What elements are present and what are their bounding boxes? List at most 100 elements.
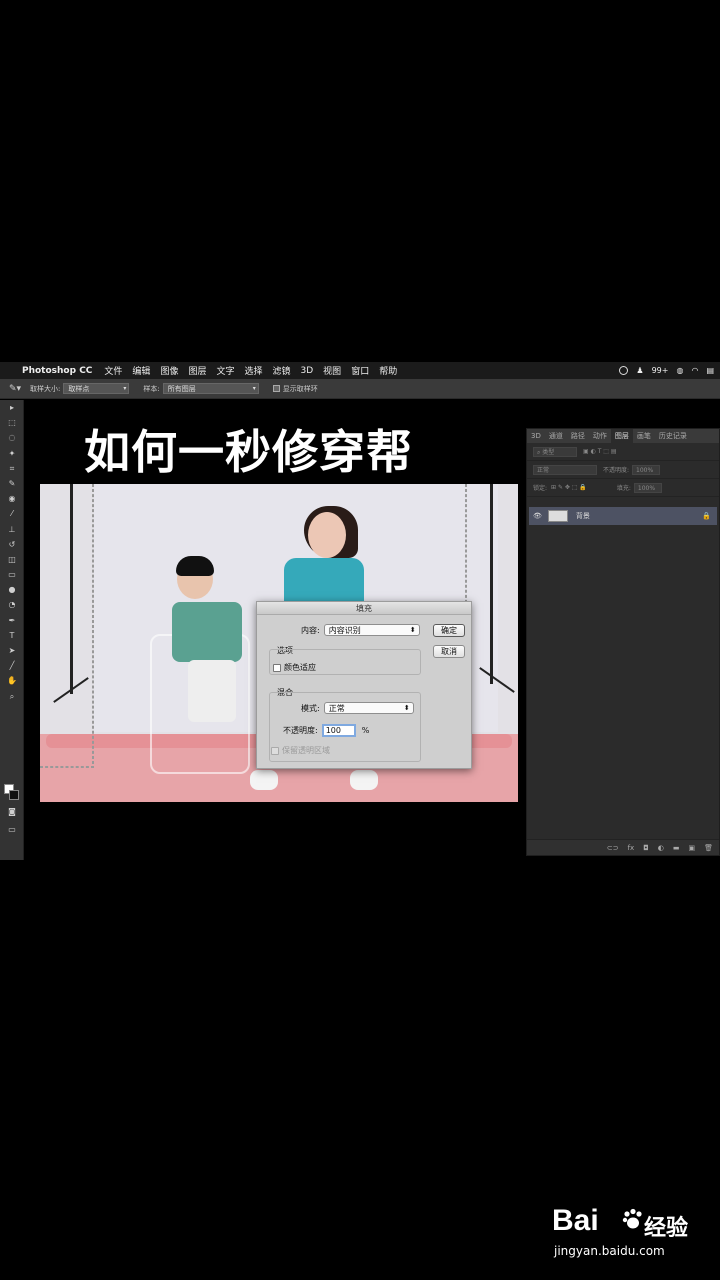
sneaker: [250, 770, 278, 790]
move-tool-icon[interactable]: ▸: [0, 400, 24, 415]
menu-window[interactable]: 窗口: [351, 364, 369, 377]
eyedropper-tool-icon[interactable]: ✎: [0, 476, 24, 491]
new-group-icon[interactable]: ▬: [673, 844, 680, 852]
tab-layers[interactable]: 图层: [610, 429, 633, 443]
sample-label: 样本:: [143, 384, 160, 393]
sample-size-select[interactable]: 取样点: [63, 383, 130, 394]
add-mask-icon[interactable]: ◘: [643, 844, 649, 852]
content-select[interactable]: 内容识别: [323, 624, 420, 636]
preserve-transparency-label: 保留透明区域: [282, 746, 330, 755]
record-icon[interactable]: [619, 366, 629, 375]
woman-head: [308, 512, 346, 558]
cancel-button[interactable]: 取消: [433, 645, 465, 658]
menu-app-name[interactable]: Photoshop CC: [22, 366, 92, 376]
visibility-eye-icon[interactable]: 👁: [533, 512, 542, 520]
zoom-tool-icon[interactable]: ⌕: [0, 689, 24, 704]
adjustment-layer-icon[interactable]: ◐: [658, 844, 664, 852]
brush-tool-icon[interactable]: ⁄: [0, 506, 24, 521]
flag-icon[interactable]: ▤: [706, 366, 714, 375]
history-brush-icon[interactable]: ↺: [0, 537, 24, 552]
menu-image[interactable]: 图像: [160, 364, 178, 377]
new-layer-icon[interactable]: ▣: [688, 844, 695, 852]
layer-lock-icon: 🔒: [702, 512, 711, 520]
lock-icons[interactable]: ⊞ ✎ ✥ ⬚ 🔒: [551, 484, 587, 491]
lasso-tool-icon[interactable]: ◌: [0, 430, 24, 445]
preserve-transparency-checkbox[interactable]: [271, 746, 279, 755]
light-stand-right: [490, 484, 493, 684]
layer-row-background[interactable]: 👁 背景 🔒: [529, 507, 717, 525]
tab-3d[interactable]: 3D: [527, 432, 545, 440]
tools-panel: ▸ ⬚ ◌ ✦ ⌗ ✎ ◉ ⁄ ⊥ ↺ ◫ ▭ ● ◔ ✒ T ➤ ╱ ✋ ⌕ …: [0, 400, 24, 860]
lock-label: 锁定:: [533, 485, 548, 492]
trash-icon[interactable]: 🗑: [704, 844, 713, 852]
wechat-icon[interactable]: ◍: [676, 366, 683, 375]
tab-brushes[interactable]: 画笔: [633, 431, 655, 441]
dodge-tool-icon[interactable]: ◔: [0, 597, 24, 612]
lock-row: 锁定: ⊞ ✎ ✥ ⬚ 🔒 填充: 100%: [527, 479, 719, 497]
notification-badge[interactable]: 99+: [652, 366, 669, 375]
gradient-tool-icon[interactable]: ▭: [0, 567, 24, 582]
video-headline: 如何一秒修穿帮: [84, 425, 413, 479]
screen-mode-icon[interactable]: ▭: [0, 822, 24, 837]
menu-3d[interactable]: 3D: [301, 366, 314, 376]
tab-actions[interactable]: 动作: [589, 431, 611, 441]
ok-button[interactable]: 确定: [433, 624, 465, 637]
fill-label: 填充:: [616, 485, 631, 492]
layer-thumbnail: [547, 510, 568, 522]
fill-input[interactable]: 100%: [633, 482, 662, 493]
tab-paths[interactable]: 路径: [567, 431, 589, 441]
watermark-brand: Bai: [552, 1204, 599, 1237]
sneaker: [350, 770, 378, 790]
layer-opacity-input[interactable]: 100%: [632, 464, 661, 475]
mode-label: 模式:: [301, 703, 320, 713]
quick-select-icon[interactable]: ✦: [0, 446, 24, 461]
menu-help[interactable]: 帮助: [379, 364, 397, 377]
sample-select[interactable]: 所有图层: [162, 383, 259, 394]
filter-icons[interactable]: ▣ ◐ T ⬚ ▤: [583, 448, 617, 455]
menu-view[interactable]: 视图: [323, 364, 341, 377]
pen-tool-icon[interactable]: ✒: [0, 613, 24, 628]
opacity-input[interactable]: 100: [321, 724, 356, 737]
line-tool-icon[interactable]: ╱: [0, 658, 24, 673]
selection-marquee: [40, 766, 94, 768]
layer-filter-row: ⌕ 类型 ▣ ◐ T ⬚ ▤: [527, 443, 719, 461]
qq-icon[interactable]: ♟: [636, 366, 643, 375]
menu-layer[interactable]: 图层: [188, 364, 206, 377]
tab-history[interactable]: 历史记录: [655, 431, 691, 441]
eraser-tool-icon[interactable]: ◫: [0, 552, 24, 567]
show-ring-checkbox[interactable]: [272, 385, 280, 392]
tab-channels[interactable]: 通道: [545, 431, 567, 441]
eyedropper-icon[interactable]: ✎▾: [0, 384, 30, 394]
hand-tool-icon[interactable]: ✋: [0, 673, 24, 688]
menu-file[interactable]: 文件: [104, 364, 122, 377]
mac-menu-bar: Photoshop CC 文件 编辑 图像 图层 文字 选择 滤镜 3D 视图 …: [0, 362, 720, 379]
menu-type[interactable]: 文字: [216, 364, 234, 377]
layers-footer: ⊂⊃ fx ◘ ◐ ▬ ▣ 🗑: [527, 839, 719, 855]
fill-dialog: 填充 内容: 内容识别 选项 颜色适应 混合 模式: 正常 不透明度: 100 …: [256, 601, 472, 769]
quick-mask-icon[interactable]: ◙: [0, 804, 24, 819]
crop-tool-icon[interactable]: ⌗: [0, 461, 24, 476]
selection-marquee: [92, 484, 94, 764]
mode-select[interactable]: 正常: [323, 702, 414, 714]
blend-mode-select[interactable]: 正常: [533, 464, 597, 475]
fx-icon[interactable]: fx: [628, 844, 635, 852]
watermark-brand-suffix: 经验: [644, 1216, 689, 1241]
sample-size-label: 取样大小:: [30, 384, 61, 393]
menu-filter[interactable]: 滤镜: [273, 364, 291, 377]
layer-filter-select[interactable]: ⌕ 类型: [533, 446, 577, 457]
show-ring-label: 显示取样环: [282, 384, 318, 393]
light-stand-left: [70, 484, 73, 694]
menu-edit[interactable]: 编辑: [132, 364, 150, 377]
stamp-tool-icon[interactable]: ⊥: [0, 522, 24, 537]
marquee-tool-icon[interactable]: ⬚: [0, 415, 24, 430]
color-adapt-checkbox[interactable]: [273, 663, 281, 672]
link-layers-icon[interactable]: ⊂⊃: [607, 844, 619, 852]
menu-select[interactable]: 选择: [244, 364, 262, 377]
path-select-icon[interactable]: ➤: [0, 643, 24, 658]
wifi-icon[interactable]: ◠: [691, 366, 698, 375]
background-color-swatch[interactable]: [9, 790, 19, 800]
blend-row: 正常 不透明度: 100%: [527, 461, 719, 479]
healing-tool-icon[interactable]: ◉: [0, 491, 24, 506]
blur-tool-icon[interactable]: ●: [0, 582, 24, 597]
type-tool-icon[interactable]: T: [0, 628, 24, 643]
